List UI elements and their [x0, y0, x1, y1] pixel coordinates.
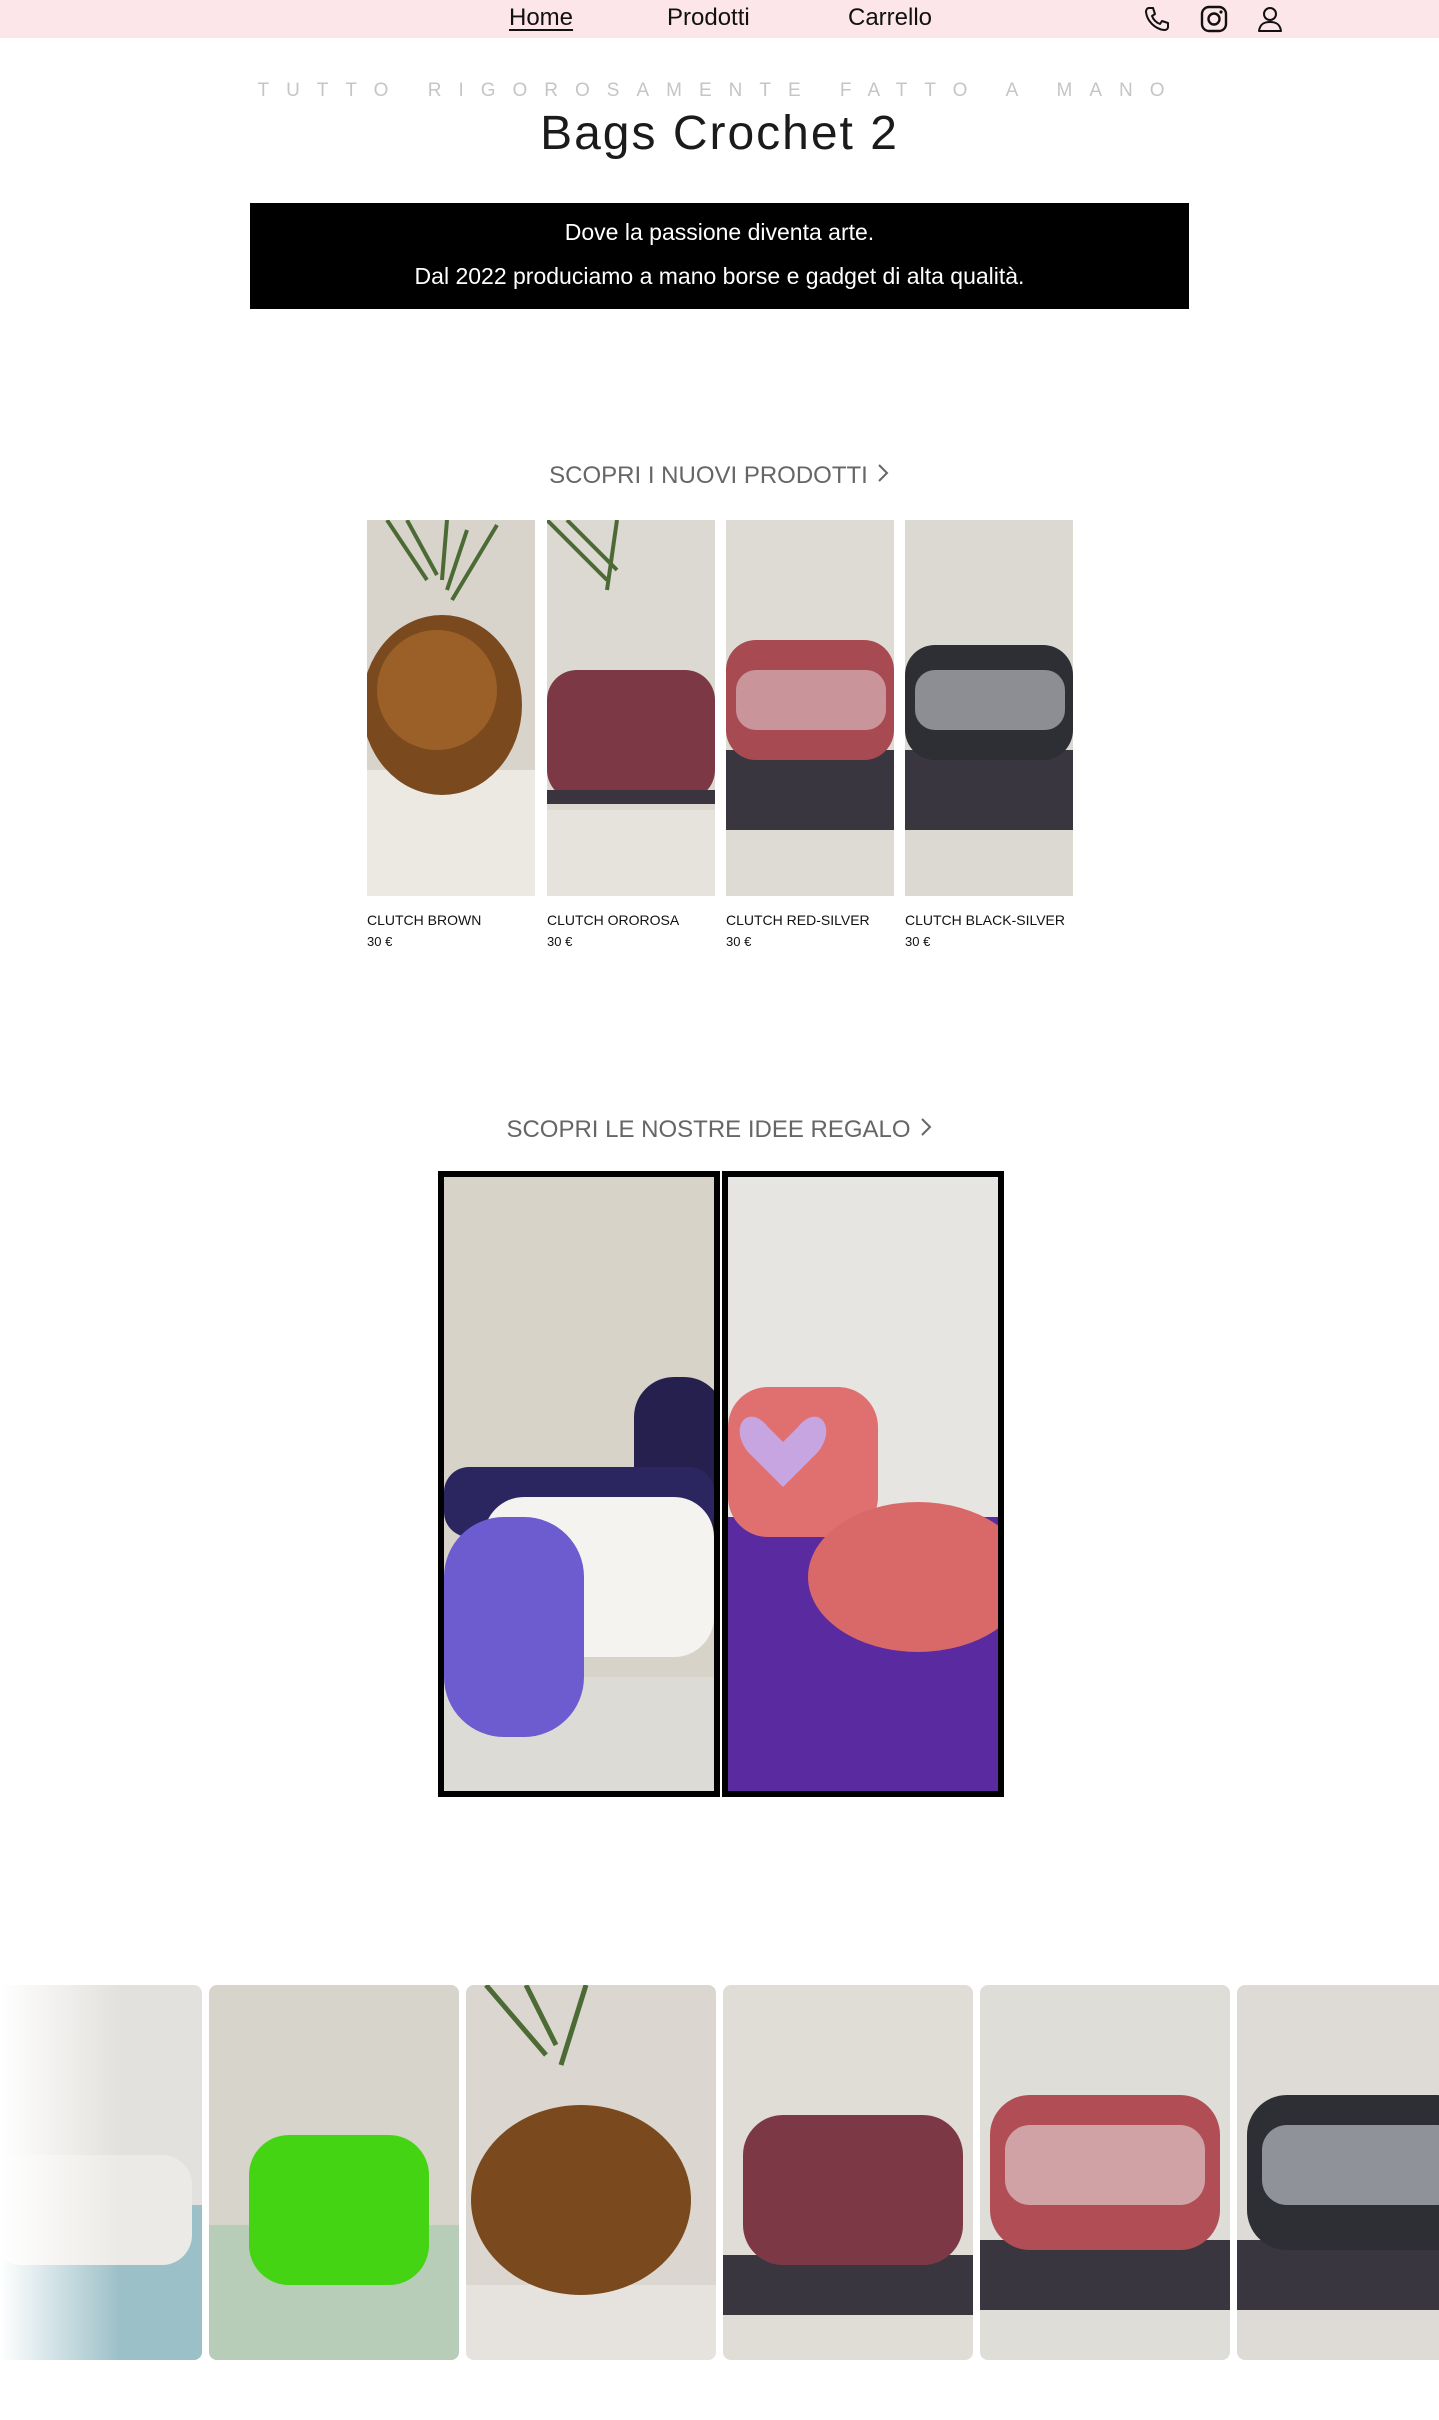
banner-line-1: Dove la passione diventa arte.: [564, 219, 875, 245]
site-title: Bags Crochet 2: [540, 107, 899, 160]
product-image[interactable]: [547, 520, 715, 896]
header-tagline: TUTTO RIGOROSAMENTE FATTO A MANO: [257, 80, 1182, 101]
product-price: 30 €: [726, 934, 752, 949]
gift-idea-image[interactable]: [728, 1177, 998, 1791]
carousel-slide[interactable]: [1237, 1985, 1439, 2360]
product-price: 30 €: [547, 934, 573, 949]
chevron-right-icon: [919, 1116, 933, 1145]
product-price: 30 €: [905, 934, 931, 949]
product-name[interactable]: CLUTCH BROWN: [367, 912, 567, 928]
carousel-slide[interactable]: [980, 1985, 1230, 2360]
user-icon[interactable]: [1254, 3, 1286, 35]
new-products-heading: SCOPRI I NUOVI PRODOTTI: [549, 462, 868, 489]
gift-idea-card[interactable]: [438, 1171, 720, 1797]
chevron-right-icon: [876, 462, 890, 491]
product-name[interactable]: CLUTCH RED-SILVER: [726, 912, 926, 928]
carousel-fade: [0, 1985, 120, 2360]
nav-link-prodotti[interactable]: Prodotti: [667, 4, 750, 32]
nav-link-home[interactable]: Home: [509, 4, 573, 32]
product-image[interactable]: [367, 520, 535, 896]
gift-ideas-heading: SCOPRI LE NOSTRE IDEE REGALO: [506, 1116, 911, 1143]
product-price: 30 €: [367, 934, 393, 949]
gift-idea-image[interactable]: [444, 1177, 714, 1791]
carousel-slide[interactable]: [209, 1985, 459, 2360]
banner-line-2: Dal 2022 produciamo a mano borse e gadge…: [414, 263, 1025, 289]
gift-idea-card[interactable]: [722, 1171, 1004, 1797]
phone-icon[interactable]: [1141, 3, 1173, 35]
top-nav-bar: Home Prodotti Carrello: [0, 0, 1439, 38]
product-image[interactable]: [726, 520, 894, 896]
carousel-slide[interactable]: [466, 1985, 716, 2360]
intro-banner: Dove la passione diventa arte. Dal 2022 …: [250, 203, 1189, 309]
gift-ideas-link[interactable]: SCOPRI LE NOSTRE IDEE REGALO: [0, 1116, 1439, 1145]
new-products-link[interactable]: SCOPRI I NUOVI PRODOTTI: [0, 462, 1439, 491]
carousel-slide[interactable]: [723, 1985, 973, 2360]
product-name[interactable]: CLUTCH BLACK-SILVER: [905, 912, 1105, 928]
product-image[interactable]: [905, 520, 1073, 896]
nav-link-carrello[interactable]: Carrello: [848, 4, 932, 32]
instagram-icon[interactable]: [1198, 3, 1230, 35]
product-name[interactable]: CLUTCH ORO­ROSA: [547, 912, 747, 928]
